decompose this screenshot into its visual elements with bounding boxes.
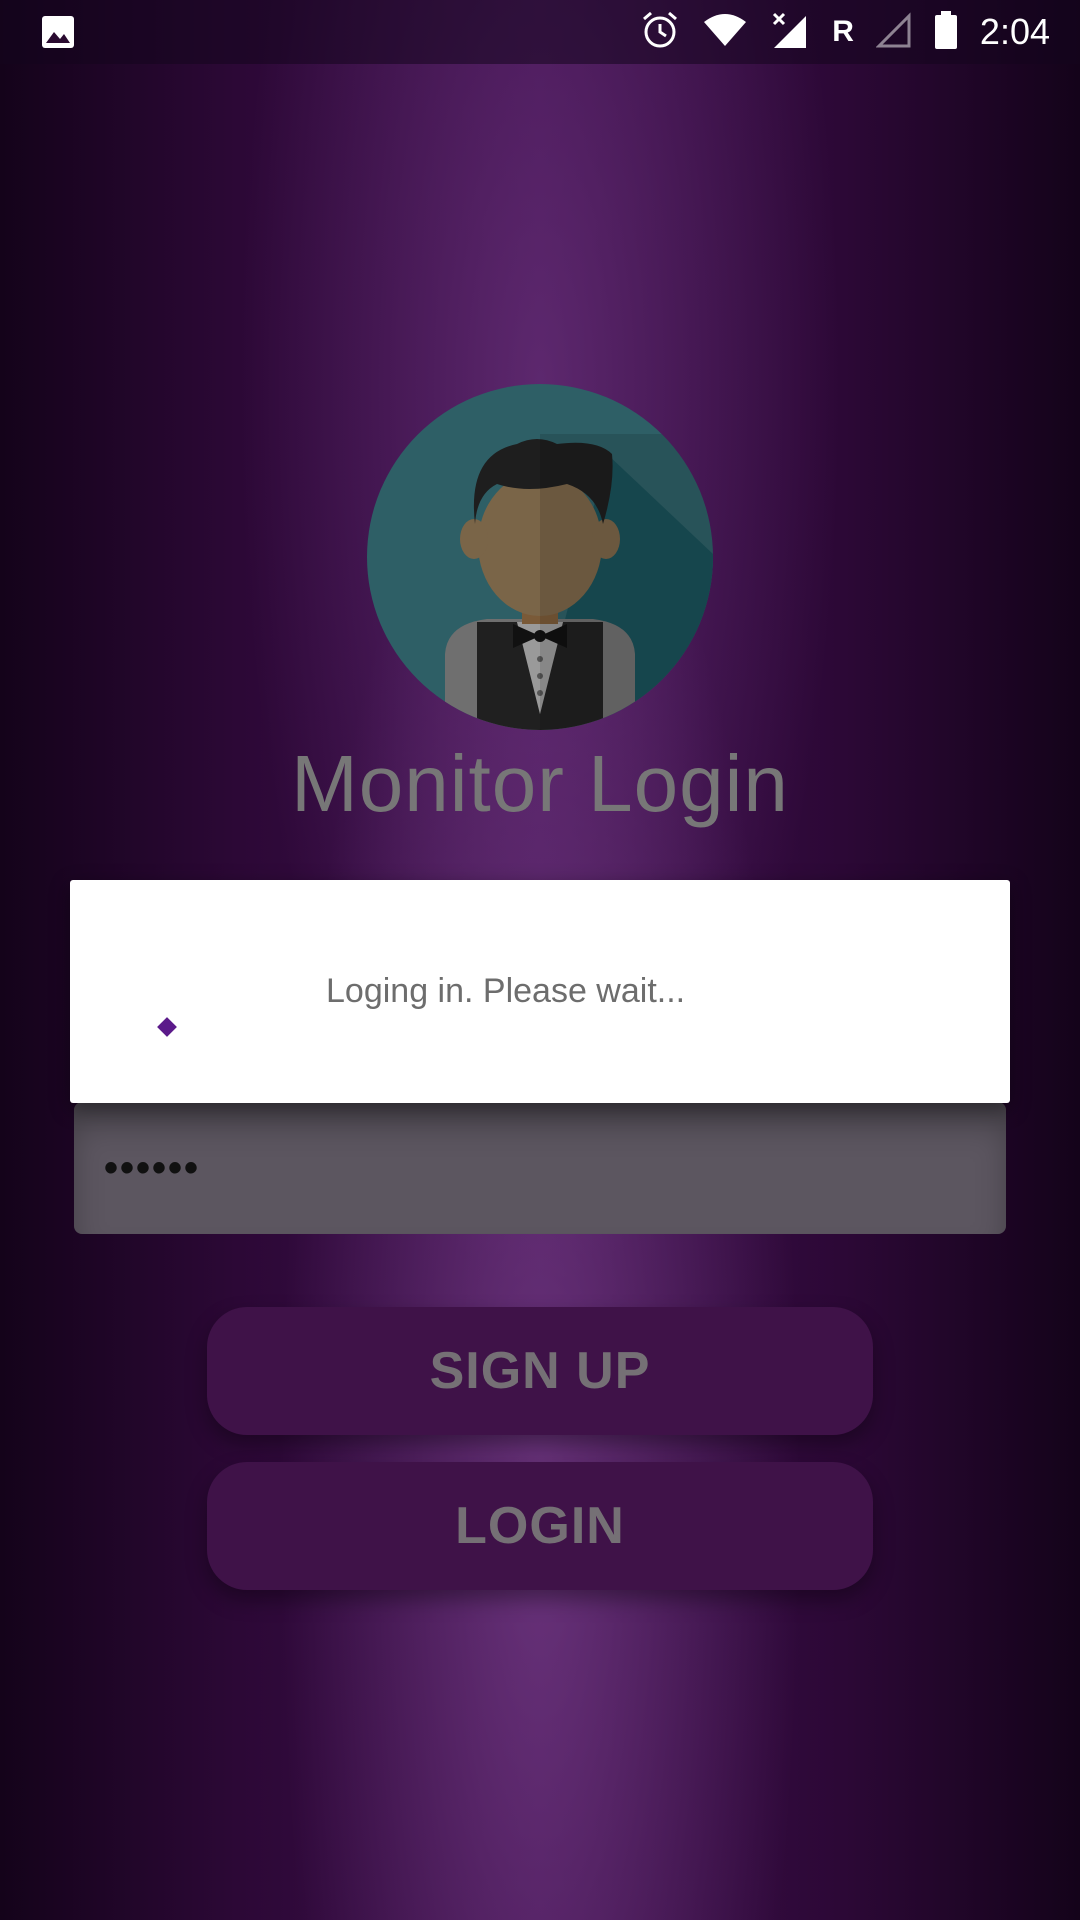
wifi-icon xyxy=(702,12,748,53)
alarm-icon xyxy=(640,10,680,55)
status-bar: R 2:04 xyxy=(0,0,1080,64)
login-button[interactable]: LOGIN xyxy=(207,1462,873,1590)
network-type-label: R xyxy=(832,15,854,48)
sign-up-button[interactable]: SIGN UP xyxy=(207,1307,873,1435)
password-value: •••••• xyxy=(104,1145,201,1190)
waiter-avatar-icon xyxy=(367,384,713,730)
signal-empty-icon xyxy=(875,11,912,53)
progress-spinner-icon xyxy=(157,1017,177,1037)
password-field[interactable]: •••••• xyxy=(74,1102,1006,1234)
signal-icon xyxy=(770,10,810,55)
image-icon xyxy=(40,16,76,54)
page-title: Monitor Login xyxy=(291,739,789,828)
progress-message: Loging in. Please wait... xyxy=(326,972,686,1010)
battery-icon xyxy=(934,10,958,55)
clock: 2:04 xyxy=(979,11,1050,52)
progress-dialog: Loging in. Please wait... xyxy=(70,880,1010,1103)
